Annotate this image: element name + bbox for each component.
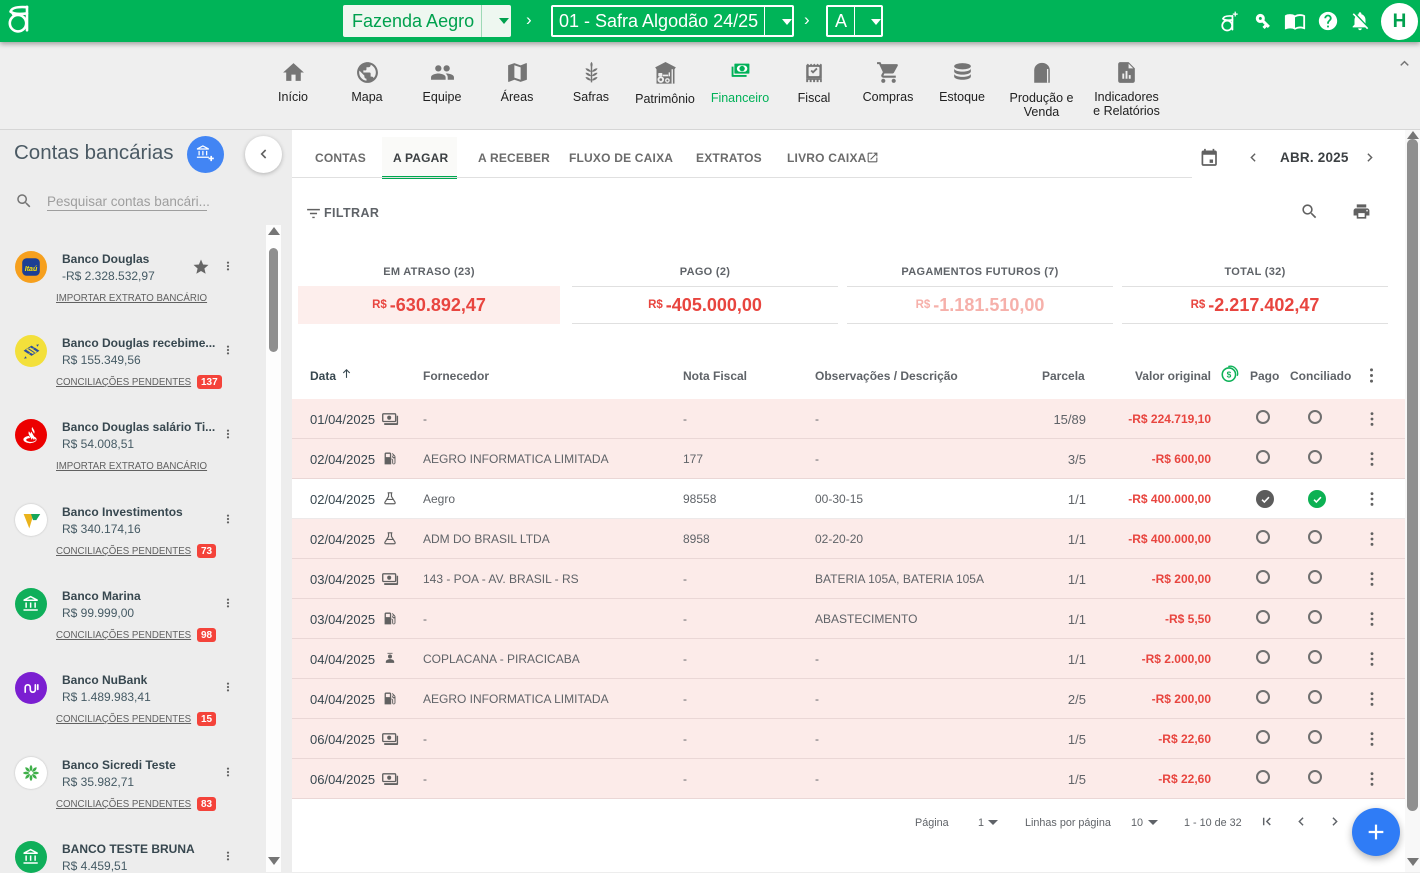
svg-text:Itaú: Itaú xyxy=(25,266,38,273)
svg-text:$: $ xyxy=(1227,370,1232,380)
